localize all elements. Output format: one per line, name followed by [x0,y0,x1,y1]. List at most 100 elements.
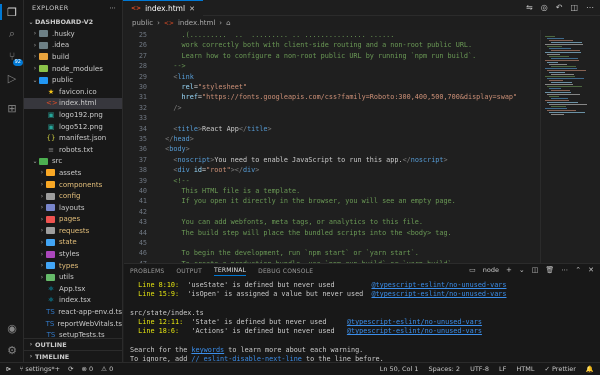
account-icon[interactable]: ◉ [4,320,20,336]
outline-section[interactable]: › OUTLINE [24,338,122,350]
tree-file[interactable]: TS reportWebVitals.ts [24,318,122,330]
project-root[interactable]: ⌄ DASHBOARD-V2 [24,16,122,28]
add-terminal-icon[interactable]: + [506,266,512,274]
terminal-output[interactable]: Line 8:10: 'useState' is defined but nev… [130,281,590,374]
tree-folder[interactable]: › utils [24,271,122,283]
circle-icon[interactable]: ◎ [541,3,548,12]
code-token: </ [238,124,248,133]
branch-indicator[interactable]: ⑂ settings*+ [19,365,60,373]
line-number: 44 [138,228,147,237]
search-icon[interactable]: ⌕ [4,26,20,42]
minimap[interactable] [540,30,600,263]
code-token: noscript [410,155,444,164]
minimap-line [549,56,569,57]
tree-folder[interactable]: › config [24,190,122,202]
remote-icon[interactable]: ⊳ [6,365,11,373]
tree-folder[interactable]: › components [24,179,122,191]
minimap-line [551,106,566,107]
code-token: ></ [230,166,243,175]
panel-actions: ▭ node + ⌄ ◫ 🗑 ⋯ ⌃ ✕ [469,266,594,274]
back-icon[interactable]: ↶ [556,3,563,12]
tree-folder[interactable]: › layouts [24,202,122,214]
tree-file[interactable]: TS react-app-env.d.ts [24,306,122,318]
explorer-icon[interactable]: ❐ [0,4,20,20]
more-actions-icon[interactable]: ⋯ [586,3,594,12]
code-text: work correctly both with client-side rou… [157,40,473,50]
close-panel-icon[interactable]: ✕ [588,266,594,274]
tree-file[interactable]: ▣ logo192.png [24,109,122,121]
tree-file[interactable]: ▣ logo512.png [24,121,122,133]
minimap-line [551,82,572,83]
encoding[interactable]: UTF-8 [470,365,489,373]
panel-tab-output[interactable]: OUTPUT [176,268,202,275]
tree-folder[interactable]: › styles [24,248,122,260]
split-terminal-icon[interactable]: ◫ [532,266,539,274]
run-debug-icon[interactable]: ▷ [4,70,20,86]
warnings-indicator[interactable]: ⚠ 0 [101,365,113,373]
prettier-status[interactable]: ✓ Prettier [544,365,575,373]
trash-icon[interactable]: 🗑 [545,266,554,274]
tree-file[interactable]: <> index.html [24,97,122,110]
tree-folder[interactable]: › requests [24,225,122,237]
close-tab-icon[interactable]: ✕ [189,5,195,13]
language-mode[interactable]: HTML [516,365,534,373]
indentation[interactable]: Spaces: 2 [428,365,460,373]
tree-file[interactable]: ⚛ index.tsx [24,295,122,307]
code-token: < [157,155,178,164]
tree-folder[interactable]: › pages [24,214,122,226]
minimap-line [551,58,578,59]
sync-icon[interactable]: ⟳ [68,365,73,373]
tree-folder[interactable]: › types [24,260,122,272]
notifications-icon[interactable]: 🔔 [586,365,594,373]
code-token: href [157,93,198,102]
panel-tab-debug-console[interactable]: DEBUG CONSOLE [258,268,313,275]
tree-file[interactable]: {} manifest.json [24,132,122,144]
tree-folder[interactable]: › .husky [24,28,122,40]
tab-index-html[interactable]: <> index.html ✕ [123,0,203,16]
code-token: Learn how to configure a non-root public… [157,51,477,60]
cursor-position[interactable]: Ln 50, Col 1 [380,365,419,373]
code-editor[interactable]: 25 .(......... .. ......... .. .........… [124,30,540,263]
chevron-right-icon: › [29,353,33,360]
source-control-icon[interactable]: ⑂ 92 [4,48,23,66]
breadcrumb-element-icon[interactable]: ⌂ [226,19,230,27]
end-of-line[interactable]: LF [499,365,506,373]
chevron-right-icon: › [33,53,37,61]
tree-folder[interactable]: › build [24,51,122,63]
terminal-name[interactable]: node [483,266,499,274]
settings-gear-icon[interactable]: ⚙ [4,342,20,358]
tree-folder[interactable]: ⌄ src [24,156,122,168]
code-token: To begin the development, run `npm start… [157,249,419,258]
chevron-right-icon: › [157,19,160,27]
panel-tab-problems[interactable]: PROBLEMS [130,268,164,275]
extensions-icon[interactable]: ⊞ [4,100,20,116]
tree-folder[interactable]: › node_modules [24,63,122,75]
tree-folder[interactable]: › state [24,237,122,249]
terminal-text: @typescript-eslint/no-unused-vars [346,327,482,336]
code-token: --> [157,62,186,71]
more-icon[interactable]: ⋯ [109,4,122,12]
tree-folder[interactable]: › assets [24,167,122,179]
more-icon[interactable]: ⋯ [561,266,568,274]
line-number: 27 [138,51,147,60]
breadcrumb-file[interactable]: index.html [178,19,215,27]
panel-tab-terminal[interactable]: TERMINAL [214,267,247,276]
breadcrumb-folder[interactable]: public [132,19,153,27]
errors-indicator[interactable]: ⊗ 0 [82,365,94,373]
split-editor-icon[interactable]: ◫ [570,3,578,12]
tree-file[interactable]: ★ favicon.ico [24,86,122,98]
code-token: You need to enable JavaScript to run thi… [214,155,403,164]
folder-icon [46,238,55,246]
compare-icon[interactable]: ⇋ [526,3,533,12]
maximize-panel-icon[interactable]: ⌃ [575,266,581,274]
tree-folder[interactable]: ⌄ public [24,74,122,86]
chevron-down-icon[interactable]: ⌄ [519,266,525,274]
minimap-line [547,78,584,79]
minimap-line [549,112,585,113]
tree-file[interactable]: ≡ robots.txt [24,144,122,156]
tree-file[interactable]: ⚛ App.tsx [24,283,122,295]
file-icon: ⚛ [47,296,55,305]
tree-folder[interactable]: › .idea [24,40,122,52]
timeline-section[interactable]: › TIMELINE [24,350,122,362]
